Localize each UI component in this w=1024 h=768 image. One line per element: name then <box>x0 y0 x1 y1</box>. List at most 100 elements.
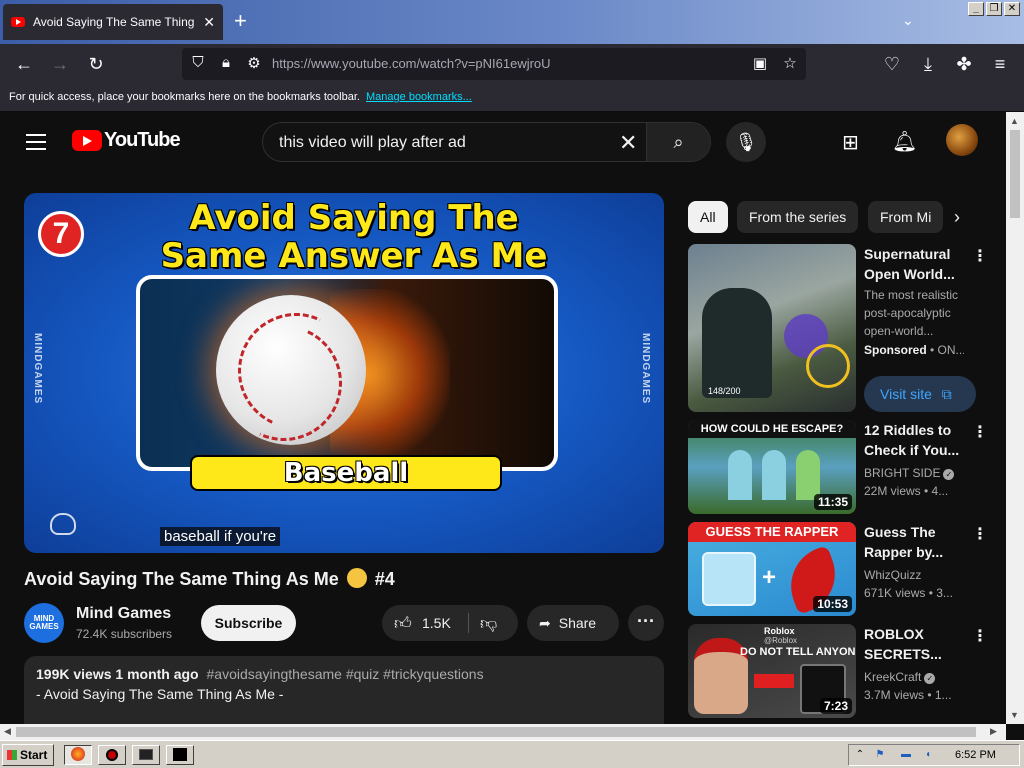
search-input[interactable]: this video will play after ad <box>279 134 466 152</box>
ice-cube-icon <box>702 552 756 606</box>
shield-icon[interactable]: ⛉ <box>188 54 208 71</box>
scroll-up-icon[interactable]: ▲ <box>1010 116 1019 126</box>
reload-icon[interactable]: ↻ <box>84 52 108 76</box>
vertical-scroll-thumb[interactable] <box>1010 130 1020 218</box>
subscribe-button[interactable]: Subscribe <box>201 605 296 641</box>
menu-icon[interactable]: ≡ <box>988 52 1012 76</box>
video-player[interactable]: 7 Avoid Saying The Same Answer As Me Bas… <box>24 193 664 553</box>
youtube-logo[interactable]: YouTube <box>72 129 181 152</box>
chip-from-the-series[interactable]: From the series <box>737 201 859 233</box>
rec-title[interactable]: Supernatural Open World... <box>864 244 962 284</box>
minimize-button[interactable]: _ <box>968 2 984 16</box>
horizontal-scroll-thumb[interactable] <box>16 727 976 737</box>
answer-label: Baseball <box>190 455 502 491</box>
vertical-scrollbar[interactable]: ▲ ▼ <box>1006 112 1024 724</box>
restore-button[interactable]: ❐ <box>986 2 1002 16</box>
soldier-figure <box>702 288 772 398</box>
channel-avatar[interactable]: MIND GAMES <box>24 603 64 643</box>
tray-volume-icon[interactable]: ◖ <box>921 748 935 762</box>
clock[interactable]: 6:52 PM <box>955 749 996 761</box>
notifications-bell-icon[interactable]: 🔔︎ <box>892 129 917 154</box>
guide-menu-icon[interactable] <box>26 134 46 155</box>
external-link-icon: ⧉ <box>941 386 952 402</box>
like-count[interactable]: 1.5K <box>422 615 451 631</box>
share-button[interactable]: ➦ Share <box>527 605 619 641</box>
recommendation-ad[interactable]: 148/200 Supernatural Open World... The m… <box>688 244 988 414</box>
terminal-taskbar-icon[interactable] <box>132 745 160 765</box>
navigation-toolbar: ← → ↻ ⛉ 🔒︎ ⚙ https://www.youtube.com/wat… <box>0 44 1024 84</box>
pocket-icon[interactable]: ♡ <box>880 52 904 76</box>
firefox-taskbar-icon[interactable] <box>64 745 92 765</box>
visit-site-button[interactable]: Visit site ⧉ <box>864 376 976 412</box>
baseball-image-frame <box>136 275 558 471</box>
scroll-down-icon[interactable]: ▼ <box>1010 710 1019 720</box>
close-window-button[interactable]: ✕ <box>1004 2 1020 16</box>
lock-icon[interactable]: 🔒︎ <box>216 54 236 71</box>
extensions-icon[interactable]: ✤ <box>952 52 976 76</box>
chip-from-mi[interactable]: From Mi <box>868 201 944 233</box>
rec-thumbnail[interactable]: GUESS THE RAPPER + 10:53 <box>688 522 856 616</box>
recommendation-item[interactable]: GUESS THE RAPPER + 10:53 Guess The Rappe… <box>688 522 988 618</box>
dislike-icon[interactable]: 👎︎ <box>480 613 497 634</box>
account-avatar[interactable] <box>946 124 978 156</box>
watermark-right: MINDGAMES <box>640 333 651 405</box>
create-video-icon[interactable]: ⊞ <box>842 130 859 155</box>
rec-title[interactable]: ROBLOX SECRETS... <box>864 624 962 664</box>
scroll-left-icon[interactable]: ◀ <box>4 726 11 737</box>
more-actions-icon[interactable]: ··· <box>628 605 664 641</box>
tab-close-icon[interactable]: ✕ <box>203 14 215 31</box>
rec-thumbnail[interactable]: Roblox @Roblox DO NOT TELL ANYONE 7:23 <box>688 624 856 718</box>
list-all-tabs-icon[interactable]: ⌄ <box>902 12 914 29</box>
rec-channel[interactable]: KreekCraft ✓ <box>864 670 936 684</box>
bookmark-star-icon[interactable]: ☆ <box>780 54 800 72</box>
sponsor-suffix: • ON... <box>926 343 964 357</box>
recommendation-item[interactable]: Roblox @Roblox DO NOT TELL ANYONE 7:23 R… <box>688 624 988 720</box>
search-icon[interactable]: ⌕ <box>646 123 710 161</box>
ad-line-1: The most realistic <box>864 288 959 302</box>
description-text: - Avoid Saying The Same Thing As Me - <box>36 686 284 702</box>
picture-in-picture-icon[interactable]: ▣ <box>750 54 770 72</box>
url-text[interactable]: https://www.youtube.com/watch?v=pNI61ewj… <box>272 56 551 71</box>
rec-menu-icon[interactable]: ⋮ <box>972 524 988 544</box>
start-button[interactable]: Start <box>2 744 54 766</box>
console-taskbar-icon[interactable] <box>166 745 194 765</box>
ad-thumbnail[interactable]: 148/200 <box>688 244 856 412</box>
ad-sponsored-line: Sponsored • ON... <box>864 343 964 357</box>
new-tab-button[interactable]: + <box>234 10 247 32</box>
tab-active[interactable]: Avoid Saying The Same Thing As Me ✕ <box>3 4 223 40</box>
voice-search-icon[interactable]: 🎙︎ <box>726 122 766 162</box>
chips-next-icon[interactable]: › <box>954 207 960 228</box>
chip-all[interactable]: All <box>688 201 728 233</box>
clear-search-icon[interactable]: ✕ <box>619 130 637 156</box>
tray-display-icon[interactable]: ▬ <box>899 748 913 762</box>
like-icon[interactable]: 👍︎ <box>394 613 412 634</box>
rec-thumb-handle: @Roblox <box>764 636 798 645</box>
hashtags[interactable]: #avoidsayingthesame #quiz #trickyquestio… <box>207 666 484 682</box>
rec-thumb-roblox: Roblox <box>764 626 795 636</box>
record-taskbar-icon[interactable] <box>98 745 126 765</box>
door-3 <box>796 450 820 500</box>
back-icon[interactable]: ← <box>12 52 36 76</box>
recommendation-item[interactable]: HOW COULD HE ESCAPE? 11:35 12 Riddles to… <box>688 420 988 516</box>
view-count: 199K views <box>36 666 112 682</box>
channel-name[interactable]: Mind Games <box>76 605 171 623</box>
ad-thumb-text: 148/200 <box>708 386 741 396</box>
horizontal-scrollbar[interactable]: ◀ ▶ <box>0 724 1006 740</box>
scroll-right-icon[interactable]: ▶ <box>990 726 997 737</box>
downloads-icon[interactable]: ⤓ <box>916 52 940 76</box>
rec-channel[interactable]: BRIGHT SIDE ✓ <box>864 466 955 480</box>
rec-thumbnail[interactable]: HOW COULD HE ESCAPE? 11:35 <box>688 420 856 514</box>
rec-menu-icon[interactable]: ⋮ <box>972 626 988 646</box>
manage-bookmarks-link[interactable]: Manage bookmarks... <box>366 91 472 103</box>
tray-expand-icon[interactable]: ⌃ <box>853 748 867 762</box>
description-box[interactable]: 199K views 1 month ago #avoidsayingthesa… <box>24 656 664 724</box>
address-bar[interactable]: ⛉ 🔒︎ ⚙ https://www.youtube.com/watch?v=p… <box>182 48 806 80</box>
rec-title[interactable]: 12 Riddles to Check if You... <box>864 420 962 460</box>
rec-menu-icon[interactable]: ⋮ <box>972 246 988 266</box>
permissions-icon[interactable]: ⚙ <box>244 54 264 72</box>
rec-title[interactable]: Guess The Rapper by... <box>864 522 962 562</box>
rec-menu-icon[interactable]: ⋮ <box>972 422 988 442</box>
forward-icon[interactable]: → <box>48 52 72 76</box>
tray-network-icon[interactable]: ⚑ <box>873 748 887 762</box>
rec-channel[interactable]: WhizQuizz <box>864 568 921 582</box>
